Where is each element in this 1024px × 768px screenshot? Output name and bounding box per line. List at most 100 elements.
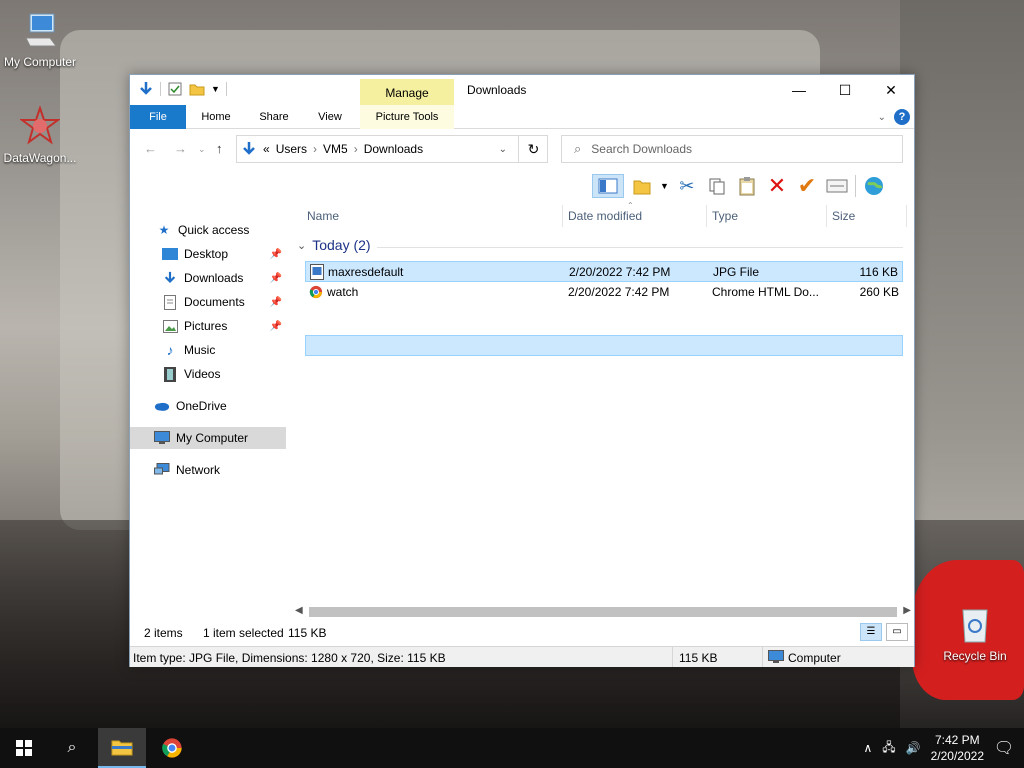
details-separator: [672, 647, 673, 667]
tab-file[interactable]: File: [130, 105, 186, 129]
address-row: ← → ⌄ ↑ « Users › VM5 › Downloads ⌄ ↻ ⌕ …: [130, 133, 914, 167]
new-folder-icon[interactable]: [189, 81, 205, 97]
search-input[interactable]: ⌕ Search Downloads: [561, 135, 903, 163]
show-hidden-icons-icon[interactable]: ∧: [863, 741, 872, 755]
star-icon: ★: [158, 223, 170, 237]
network-status-icon[interactable]: 🖧: [882, 738, 895, 759]
nav-item-music[interactable]: ♪ Music: [130, 339, 286, 361]
forward-button[interactable]: →: [174, 141, 187, 156]
column-separator[interactable]: [706, 205, 707, 227]
desktop-icon-datawagon[interactable]: DataWagon...: [0, 104, 80, 165]
new-item-button[interactable]: [630, 174, 654, 198]
nav-item-network[interactable]: Network: [130, 459, 286, 481]
address-dropdown-icon[interactable]: ⌄: [499, 144, 507, 155]
nav-item-label: Desktop: [184, 247, 229, 261]
windows-logo-icon: [16, 740, 32, 756]
pin-icon[interactable]: 📌: [270, 249, 282, 260]
taskbar: ⌕ ∧ 🖧 🔊 7:42 PM 2/20/2022 🗨: [0, 728, 1024, 768]
cut-button[interactable]: ✂: [675, 174, 699, 198]
column-separator[interactable]: [826, 205, 827, 227]
details-location: Computer: [788, 651, 841, 665]
breadcrumb-overflow[interactable]: «: [263, 142, 270, 156]
properties-button[interactable]: [825, 174, 849, 198]
clock-time: 7:42 PM: [934, 733, 980, 747]
column-separator[interactable]: [906, 205, 907, 227]
table-row[interactable]: [305, 335, 903, 356]
expand-ribbon-icon[interactable]: ⌄: [878, 112, 886, 123]
title-bar[interactable]: ▼ Manage Downloads — ☐ ✕: [130, 75, 914, 105]
column-date-modified[interactable]: Date modified: [568, 209, 642, 223]
desktop-icon-my-computer[interactable]: My Computer: [0, 10, 80, 69]
taskbar-file-explorer[interactable]: [98, 728, 146, 768]
column-name[interactable]: Name: [307, 209, 339, 223]
qat-dropdown-icon[interactable]: ▼: [211, 84, 220, 94]
nav-item-onedrive[interactable]: OneDrive: [130, 395, 286, 417]
desktop-icon-recycle-bin[interactable]: Recycle Bin: [935, 604, 1015, 663]
scroll-left-icon[interactable]: ◀: [295, 605, 303, 616]
tab-home[interactable]: Home: [188, 105, 244, 129]
new-item-dropdown-icon[interactable]: ▼: [660, 181, 669, 191]
nav-item-downloads[interactable]: Downloads 📌: [130, 267, 286, 289]
nav-item-label: Downloads: [184, 271, 244, 285]
cloud-icon: [154, 398, 170, 414]
column-separator[interactable]: [562, 205, 563, 227]
manage-tab-header[interactable]: Manage: [360, 79, 454, 105]
preview-pane-button[interactable]: [592, 174, 624, 198]
nav-item-quick-access[interactable]: ★ Quick access: [130, 219, 286, 241]
nav-item-videos[interactable]: Videos: [130, 363, 286, 385]
column-type[interactable]: Type: [712, 209, 738, 223]
column-size[interactable]: Size: [832, 209, 855, 223]
taskbar-chrome[interactable]: [148, 728, 196, 768]
breadcrumb-vm5[interactable]: VM5: [323, 142, 348, 156]
scrollbar-thumb[interactable]: [309, 607, 897, 617]
nav-item-documents[interactable]: Documents 📌: [130, 291, 286, 313]
datawagon-icon: [18, 104, 62, 145]
back-button[interactable]: ←: [144, 141, 157, 156]
table-row[interactable]: maxresdefault 2/20/2022 7:42 PM JPG File…: [305, 261, 903, 282]
group-header-today[interactable]: ⌄ Today (2): [297, 237, 371, 253]
scroll-right-icon[interactable]: ▶: [903, 605, 911, 616]
clock[interactable]: 7:42 PM 2/20/2022: [931, 732, 984, 764]
breadcrumb-downloads[interactable]: Downloads: [364, 142, 423, 156]
nav-item-my-computer[interactable]: My Computer: [130, 427, 286, 449]
tab-view[interactable]: View: [304, 105, 356, 129]
address-bar[interactable]: « Users › VM5 › Downloads ⌄: [236, 135, 548, 163]
minimize-button[interactable]: —: [776, 75, 822, 105]
column-headers: Name Date modified ⌃ Type Size: [295, 201, 907, 227]
tab-picture-tools[interactable]: Picture Tools: [360, 105, 454, 129]
file-name: watch: [327, 285, 359, 299]
details-view-button[interactable]: ☰: [860, 623, 882, 641]
volume-icon[interactable]: 🔊: [906, 741, 921, 755]
maximize-button[interactable]: ☐: [822, 75, 868, 105]
action-center-button[interactable]: 🗨: [984, 728, 1024, 768]
refresh-button[interactable]: ↻: [518, 135, 548, 163]
collapse-chevron-icon[interactable]: ⌄: [297, 239, 306, 252]
large-icons-view-button[interactable]: ▭: [886, 623, 908, 641]
copy-button[interactable]: [705, 174, 729, 198]
scissors-icon: ✂: [679, 175, 695, 196]
pin-icon[interactable]: 📌: [270, 297, 282, 308]
properties-icon[interactable]: [167, 81, 183, 97]
search-button[interactable]: ⌕: [48, 728, 96, 768]
pin-icon[interactable]: 📌: [270, 273, 282, 284]
help-icon[interactable]: ?: [894, 109, 910, 125]
pin-icon[interactable]: 📌: [270, 321, 282, 332]
table-row[interactable]: watch 2/20/2022 7:42 PM Chrome HTML Do..…: [305, 282, 903, 303]
download-arrow-icon[interactable]: [138, 81, 154, 97]
recent-locations-icon[interactable]: ⌄: [198, 144, 206, 155]
horizontal-scrollbar[interactable]: ◀ ▶: [295, 605, 913, 619]
file-explorer-window[interactable]: ▼ Manage Downloads — ☐ ✕ File Home Share…: [129, 74, 915, 667]
nav-item-desktop[interactable]: Desktop 📌: [130, 243, 286, 265]
start-button[interactable]: [0, 728, 48, 768]
delete-button[interactable]: ✕: [765, 173, 789, 198]
paste-button[interactable]: [735, 174, 759, 198]
file-name: maxresdefault: [328, 265, 404, 279]
up-button[interactable]: ↑: [216, 141, 223, 156]
rename-button[interactable]: ✔: [795, 173, 819, 198]
details-view-icon: ☰: [866, 626, 876, 637]
tab-share[interactable]: Share: [246, 105, 302, 129]
nav-item-pictures[interactable]: Pictures 📌: [130, 315, 286, 337]
breadcrumb-users[interactable]: Users: [276, 142, 307, 156]
close-button[interactable]: ✕: [868, 75, 914, 105]
network-globe-button[interactable]: [862, 174, 886, 198]
